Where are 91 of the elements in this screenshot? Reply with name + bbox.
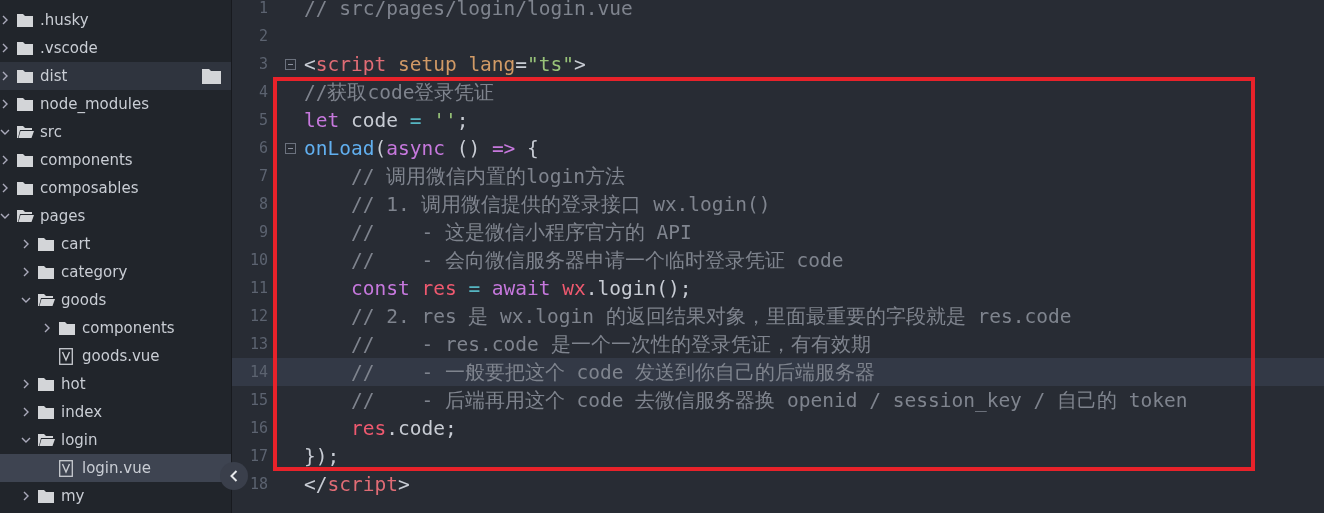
line-number: 2 [257, 27, 269, 45]
tree-item[interactable]: login [0, 426, 231, 454]
fold-icon[interactable] [285, 142, 296, 154]
line-number: 4 [257, 83, 269, 101]
tree-item[interactable]: node_modules [0, 90, 231, 118]
line-number: 9 [257, 223, 269, 241]
folder-icon [17, 97, 33, 111]
code-line: // - 一般要把这个 code 发送到你自己的后端服务器 [349, 359, 876, 386]
code-line: res.code; [349, 416, 457, 440]
line-number: 16 [248, 419, 269, 437]
tree-item[interactable]: src [0, 118, 231, 146]
chevron-left-icon [230, 470, 238, 482]
chevron-right-icon[interactable] [42, 323, 52, 333]
chevron-right-icon[interactable] [21, 267, 31, 277]
chevron-right-icon[interactable] [0, 183, 10, 193]
tree-item[interactable]: components [0, 314, 231, 342]
code-line: </script> [304, 472, 410, 496]
tree-item[interactable]: .husky [0, 6, 231, 34]
chevron-right-icon[interactable] [21, 379, 31, 389]
line-number: 13 [248, 335, 269, 353]
folder-icon [17, 13, 33, 27]
chevron-down-icon[interactable] [0, 211, 10, 221]
chevron-down-icon[interactable] [21, 435, 31, 445]
line-number: 5 [257, 111, 269, 129]
folder-icon [38, 265, 54, 279]
folder-icon [17, 41, 33, 55]
code-line: <script setup lang="ts"> [304, 52, 586, 76]
tree-item[interactable]: components [0, 146, 231, 174]
collapse-sidebar-button[interactable] [220, 462, 248, 490]
tree-item[interactable]: dist [0, 62, 231, 90]
tree-item[interactable]: composables [0, 174, 231, 202]
folder-icon [38, 377, 54, 391]
code-line: // - 会向微信服务器申请一个临时登录凭证 code [349, 247, 844, 274]
code-line: // 2. res 是 wx.login 的返回结果对象，里面最重要的字段就是 res.code [349, 303, 1072, 330]
folder-icon [59, 321, 75, 335]
folder-icon [38, 237, 54, 251]
tree-item[interactable]: goods.vue [0, 342, 231, 370]
tree-item[interactable]: cart [0, 230, 231, 258]
chevron-right-icon[interactable] [0, 43, 10, 53]
line-number: 18 [248, 475, 269, 493]
code-line: const res = await wx.login(); [349, 276, 692, 300]
line-number: 11 [248, 279, 269, 297]
open-folder-icon [17, 125, 34, 139]
open-folder-icon [17, 209, 34, 223]
open-folder-icon [38, 293, 55, 307]
tree-item[interactable]: goods [0, 286, 231, 314]
line-number: 8 [257, 195, 269, 213]
chevron-right-icon[interactable] [0, 15, 10, 25]
code-line: // src/pages/login/login.vue [304, 0, 633, 20]
tree-item[interactable]: login.vue [0, 454, 231, 482]
code-line: // - 后端再用这个 code 去微信服务器换 openid / session_key / 自己的 token [349, 387, 1188, 414]
file-icon [59, 347, 73, 365]
folder-icon[interactable] [202, 69, 221, 84]
chevron-right-icon[interactable] [0, 155, 10, 165]
chevron-right-icon[interactable] [0, 71, 10, 81]
chevron-right-icon[interactable] [21, 491, 31, 501]
folder-icon [38, 489, 54, 503]
code-line: // 调用微信内置的login方法 [349, 163, 625, 190]
code-line: // - res.code 是一个一次性的登录凭证，有有效期 [349, 331, 871, 358]
line-number: 17 [248, 447, 269, 465]
code-line: // 1. 调用微信提供的登录接口 wx.login() [349, 191, 771, 218]
folder-icon [38, 405, 54, 419]
line-number: 12 [248, 307, 269, 325]
code-line: let code = ''; [304, 108, 469, 132]
chevron-right-icon[interactable] [21, 239, 31, 249]
line-number: 3 [257, 55, 269, 73]
line-number: 1 [257, 0, 269, 17]
line-number: 6 [257, 139, 269, 157]
chevron-right-icon[interactable] [0, 99, 10, 109]
folder-icon [17, 181, 33, 195]
line-number: 7 [257, 167, 269, 185]
fold-icon[interactable] [285, 58, 296, 70]
open-folder-icon [38, 433, 55, 447]
line-number: 10 [248, 251, 269, 269]
code-line: }); [304, 444, 340, 468]
folder-icon [17, 153, 33, 167]
tree-item[interactable]: category [0, 258, 231, 286]
file-icon [59, 459, 73, 477]
tree-item[interactable]: pages [0, 202, 231, 230]
code-line: //获取code登录凭证 [304, 79, 495, 106]
chevron-down-icon[interactable] [21, 295, 31, 305]
line-number: 15 [248, 391, 269, 409]
code-line: // - 这是微信小程序官方的 API [349, 219, 692, 246]
chevron-down-icon[interactable] [0, 127, 10, 137]
chevron-right-icon[interactable] [21, 407, 31, 417]
code-line: onLoad(async () => { [304, 136, 539, 160]
tree-item[interactable]: hot [0, 370, 231, 398]
tree-item[interactable]: my [0, 482, 231, 510]
folder-icon [17, 69, 33, 83]
tree-item[interactable]: index [0, 398, 231, 426]
tree-item[interactable]: .vscode [0, 34, 231, 62]
